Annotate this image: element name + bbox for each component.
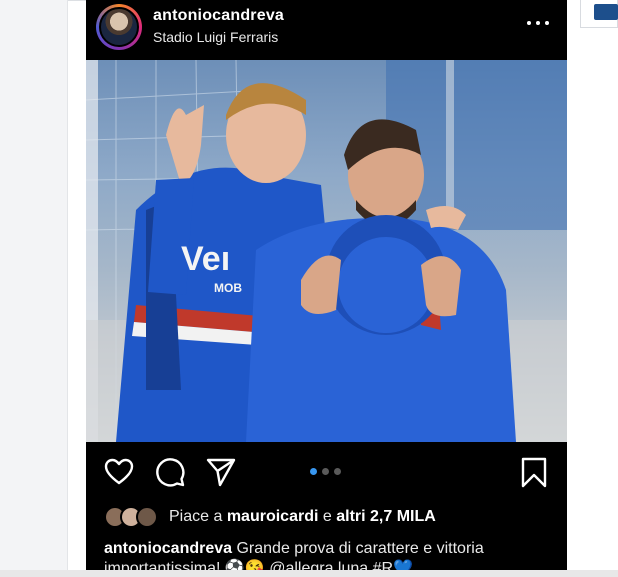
- heart-icon[interactable]: [103, 456, 135, 488]
- likes-count-link[interactable]: altri 2,7 MILA: [336, 508, 436, 525]
- avatar-image: [99, 7, 139, 47]
- svg-text:MOB: MOB: [214, 281, 242, 295]
- likes-summary: Piace a mauroicardi e altri 2,7 MILA: [169, 508, 436, 526]
- liker-avatars[interactable]: [104, 506, 164, 528]
- carousel-dot: [334, 468, 341, 475]
- carousel-dot: [322, 468, 329, 475]
- likes-connector: e: [322, 508, 332, 525]
- bottom-scrollbar[interactable]: [0, 570, 618, 577]
- send-icon[interactable]: [205, 456, 237, 488]
- caption-username[interactable]: antoniocandreva: [104, 540, 232, 557]
- left-page-gutter: [0, 0, 68, 577]
- likes-prefix: Piace a: [169, 508, 223, 525]
- more-horizontal-icon[interactable]: [523, 10, 553, 36]
- first-liker-link[interactable]: mauroicardi: [227, 508, 319, 525]
- likes-row: Piace a mauroicardi e altri 2,7 MILA: [86, 502, 567, 532]
- carousel-dot-active: [310, 468, 317, 475]
- instagram-post: antoniocandreva Stadio Luigi Ferraris Ve…: [86, 0, 567, 577]
- carousel-indicator: [310, 468, 350, 476]
- profile-avatar[interactable]: [96, 4, 142, 50]
- right-page-area: [567, 0, 618, 577]
- post-actions: [86, 442, 567, 502]
- post-location[interactable]: Stadio Luigi Ferraris: [153, 29, 278, 45]
- players-photo-illustration: Veı MOB: [86, 60, 567, 442]
- bookmark-icon[interactable]: [518, 456, 550, 488]
- post-header: antoniocandreva Stadio Luigi Ferraris: [86, 0, 567, 60]
- comment-icon[interactable]: [154, 456, 186, 488]
- svg-text:Veı: Veı: [181, 240, 230, 278]
- right-blue-button[interactable]: [594, 4, 618, 20]
- post-photo[interactable]: Veı MOB: [86, 60, 567, 442]
- post-username[interactable]: antoniocandreva: [153, 7, 284, 25]
- liker-avatar: [136, 506, 158, 528]
